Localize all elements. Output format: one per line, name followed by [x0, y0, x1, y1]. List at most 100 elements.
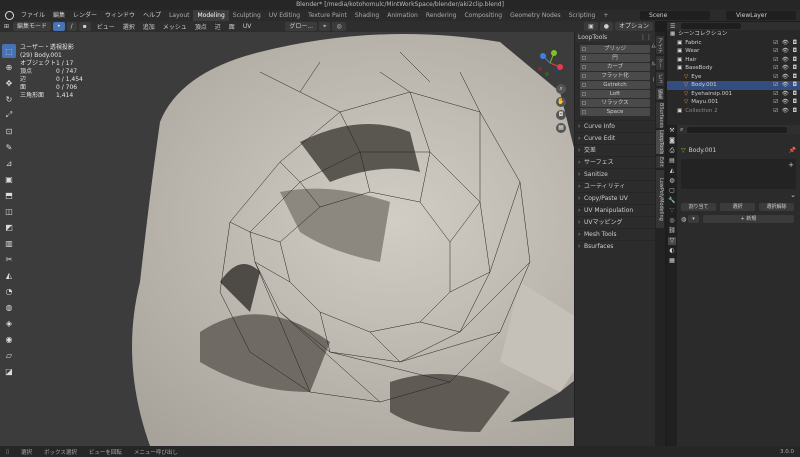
visibility-toggles-icon[interactable]: ☑ 👁 ◘ [773, 64, 798, 73]
knife-tool-icon[interactable]: ✂ [2, 252, 16, 266]
camera-icon[interactable]: ◘ [556, 110, 566, 120]
menu-window[interactable]: ウィンドウ [101, 10, 139, 21]
loop-cut-tool-icon[interactable]: ▥ [2, 236, 16, 250]
scene-selector[interactable]: Scene [640, 11, 710, 20]
snap-icon[interactable]: ⌖ [319, 22, 331, 31]
grid-perspective-icon[interactable]: ▦ [556, 123, 566, 133]
pan-hand-icon[interactable]: ✋ [556, 97, 566, 107]
navigation-gizmo[interactable] [535, 48, 565, 78]
looptools-bridge-button[interactable]: ブリッジ [580, 45, 650, 53]
tab-animation[interactable]: Animation [383, 10, 422, 21]
properties-filter-icon[interactable]: ⌕ [680, 126, 683, 134]
section-utility[interactable]: › ユーティリティ [575, 180, 655, 192]
menu-help[interactable]: ヘルプ [139, 10, 165, 21]
vertex-select-mode-icon[interactable]: • [53, 22, 65, 31]
extrude-tool-icon[interactable]: ⬒ [2, 188, 16, 202]
transform-tool-icon[interactable]: ⊡ [2, 124, 16, 138]
outliner-filter-icon[interactable]: ☰ [670, 23, 675, 30]
tab-looptools[interactable]: LoopTools [656, 130, 664, 154]
proportional-edit-icon[interactable]: ◎ [332, 22, 346, 31]
section-uv-manipulation[interactable]: › UV Manipulation [575, 204, 655, 216]
editor-type-icon[interactable]: ⊞ [0, 23, 13, 30]
tab-uv-editing[interactable]: UV Editing [265, 10, 304, 21]
move-tool-icon[interactable]: ✥ [2, 76, 16, 90]
section-intersect[interactable]: › 交差 [575, 144, 655, 156]
outliner-row[interactable]: ▽ Eye ☑ 👁 ◘ [667, 73, 800, 82]
new-button[interactable]: + 新規 [702, 215, 794, 223]
blender-logo-icon[interactable] [5, 11, 14, 20]
select-box-tool-icon[interactable]: ⬚ [2, 44, 16, 58]
menu-uv[interactable]: UV [239, 23, 256, 30]
deselect-button[interactable]: 選択解除 [759, 203, 794, 211]
looptools-gstretch-button[interactable]: Gstretch [580, 81, 650, 89]
menu-mesh[interactable]: メッシュ [159, 22, 191, 31]
tab-edit-jp[interactable]: 編集 [656, 88, 664, 100]
options-dropdown[interactable]: オプション [614, 22, 653, 31]
smooth-tool-icon[interactable]: ◍ [2, 300, 16, 314]
tab-layout[interactable]: Layout [165, 10, 193, 21]
object-props-icon[interactable]: ▢ [668, 187, 676, 195]
xray-icon[interactable]: ▣ [584, 22, 598, 31]
view-layer-selector[interactable]: ViewLayer [726, 11, 796, 20]
visibility-toggles-icon[interactable]: ☑ 👁 ◘ [773, 98, 798, 107]
looptools-circle-button[interactable]: 円 [580, 54, 650, 62]
pin-icon[interactable]: 📌 [789, 146, 796, 155]
tab-shading[interactable]: Shading [351, 10, 383, 21]
tool-props-icon[interactable]: ⚒ [668, 127, 676, 135]
vertex-group-list[interactable]: + [681, 159, 796, 189]
visibility-toggles-icon[interactable]: ☑ 👁 ◘ [773, 90, 798, 99]
properties-search-input[interactable] [687, 126, 788, 133]
render-props-icon[interactable]: ◙ [668, 137, 676, 145]
outliner-row[interactable]: ▣ Wear ☑ 👁 ◘ [667, 47, 800, 56]
menu-edge[interactable]: 辺 [211, 22, 225, 31]
constraints-props-icon[interactable]: ⛓ [668, 227, 676, 235]
looptools-curve-button[interactable]: カーブ [580, 63, 650, 71]
assign-button[interactable]: 割り当て [681, 203, 716, 211]
rip-tool-icon[interactable]: ◪ [2, 364, 16, 378]
rotate-tool-icon[interactable]: ↻ [2, 92, 16, 106]
section-curve-edit[interactable]: › Curve Edit [575, 132, 655, 144]
face-select-mode-icon[interactable]: ▪ [78, 22, 91, 31]
modifier-props-icon[interactable]: 🔧 [668, 197, 676, 205]
shrink-fatten-tool-icon[interactable]: ◉ [2, 332, 16, 346]
outliner-row[interactable]: ▦ シーンコレクション [667, 30, 800, 39]
gizmo-z-axis-icon[interactable] [540, 53, 546, 59]
looptools-relax-button[interactable]: リラックス [580, 99, 650, 107]
tab-item[interactable]: アイテム [650, 36, 664, 54]
cursor-tool-icon[interactable]: ⊕ [2, 60, 16, 74]
chevron-down-icon[interactable]: ⌄ [790, 191, 796, 199]
outliner-row[interactable]: ▽ Eyehairsip.001 ☑ 👁 ◘ [667, 90, 800, 99]
looptools-flatten-button[interactable]: フラット化 [580, 72, 650, 80]
zoom-icon[interactable]: ⌕ [556, 84, 566, 94]
outliner-row[interactable]: ▣ Hair ☑ 👁 ◘ [667, 56, 800, 65]
annotate-tool-icon[interactable]: ✎ [2, 140, 16, 154]
scene-props-icon[interactable]: ◭ [668, 167, 676, 175]
transform-orientation-selector[interactable]: グロー... [285, 22, 318, 31]
section-bsurfaces[interactable]: › Bsurfaces [575, 240, 655, 252]
tab-compositing[interactable]: Compositing [460, 10, 506, 21]
add-workspace-button[interactable]: + [599, 10, 612, 21]
visibility-toggles-icon[interactable]: ☑ 👁 ◘ [773, 107, 798, 116]
panel-grip-icon[interactable]: ⋮⋮ [640, 34, 652, 41]
menu-view[interactable]: ビュー [93, 22, 119, 31]
visibility-toggles-icon[interactable]: ☑ 👁 ◘ [773, 81, 798, 90]
section-sanitize[interactable]: › Sanitize [575, 168, 655, 180]
outliner-row[interactable]: ▣ BaseBody ☑ 👁 ◘ [667, 64, 800, 73]
menu-vertex[interactable]: 頂点 [191, 22, 211, 31]
gizmo-y-axis-icon[interactable] [551, 50, 557, 56]
outliner-row[interactable]: ▽ Body.001 ☑ 👁 ◘ [667, 81, 800, 90]
menu-face[interactable]: 面 [225, 22, 239, 31]
outliner-row[interactable]: ▣ Collection 2 ☑ 👁 ◘ [667, 107, 800, 116]
physics-props-icon[interactable]: ◎ [668, 217, 676, 225]
particles-props-icon[interactable]: ∵ [668, 207, 676, 215]
tab-texture-paint[interactable]: Texture Paint [304, 10, 351, 21]
visibility-toggles-icon[interactable]: ☑ 👁 ◘ [773, 39, 798, 48]
section-uv-mapping[interactable]: › UVマッピング [575, 216, 655, 228]
section-curve-info[interactable]: › Curve Info [575, 120, 655, 132]
inset-tool-icon[interactable]: ◫ [2, 204, 16, 218]
section-mesh-tools[interactable]: › Mesh Tools [575, 228, 655, 240]
gizmo-x-axis-icon[interactable] [557, 64, 563, 70]
tab-modeling[interactable]: Modeling [193, 10, 229, 21]
output-props-icon[interactable]: ⎙ [668, 147, 676, 155]
add-icon[interactable]: + [788, 161, 794, 169]
